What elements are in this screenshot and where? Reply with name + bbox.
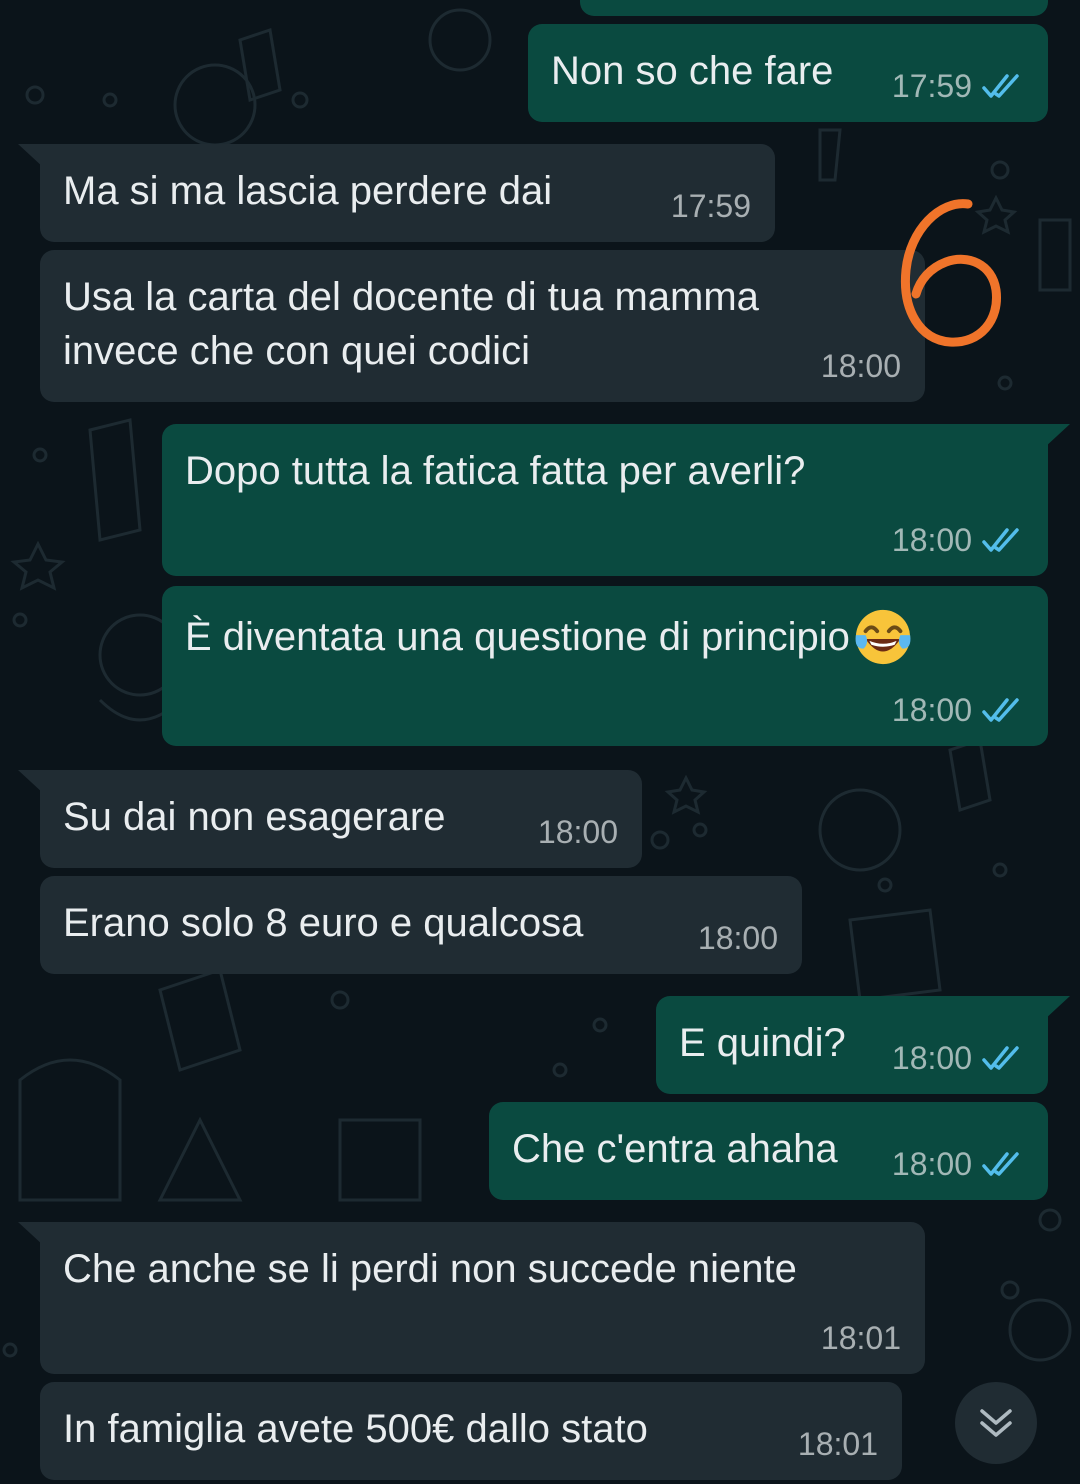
message-text: E quindi? — [679, 1021, 846, 1065]
laughing-tears-emoji — [855, 609, 911, 665]
read-ticks-icon — [982, 527, 1019, 552]
message-bubble-outgoing[interactable]: Non so che fare 17:59 — [528, 24, 1048, 122]
chat-area[interactable]: Non so che fare 17:59 Ma si ma lascia pe… — [0, 0, 1080, 1484]
message-time: 17:59 — [891, 68, 972, 104]
message-bubble-outgoing[interactable]: Dopo tutta la fatica fatta per averli? 1… — [162, 424, 1048, 576]
message-bubble-incoming[interactable]: Ma si ma lascia perdere dai 17:59 — [40, 144, 775, 242]
message-time: 18:00 — [537, 814, 618, 850]
message-bubble-incoming[interactable]: In famiglia avete 500€ dallo stato 18:01 — [40, 1382, 902, 1480]
message-bubble-outgoing[interactable]: E quindi? 18:00 — [656, 996, 1048, 1094]
double-chevron-down-icon — [980, 1409, 1012, 1437]
message-time: 18:00 — [697, 920, 778, 956]
message-time: 18:01 — [820, 1320, 901, 1356]
message-text: Che anche se li perdi non succede niente — [63, 1247, 797, 1291]
message-text: Erano solo 8 euro e qualcosa — [63, 901, 584, 945]
read-ticks-icon — [982, 1151, 1019, 1176]
message-time: 18:00 — [891, 1040, 972, 1076]
message-text: Ma si ma lascia perdere dai — [63, 169, 553, 213]
message-text-row: È diventata una questione di principio — [185, 606, 914, 668]
message-bubble-incoming[interactable]: Usa la carta del docente di tua mamma in… — [40, 250, 925, 402]
message-bubble-incoming[interactable]: Su dai non esagerare 18:00 — [40, 770, 642, 868]
message-bubble-outgoing[interactable] — [580, 0, 1048, 16]
message-text: Non so che fare — [551, 49, 834, 93]
message-bubble-outgoing[interactable]: Che c'entra ahaha 18:00 — [489, 1102, 1048, 1200]
read-ticks-icon — [982, 697, 1019, 722]
message-text: È diventata una questione di principio — [185, 615, 850, 659]
message-bubble-incoming[interactable]: Erano solo 8 euro e qualcosa 18:00 — [40, 876, 802, 974]
message-text-line: Usa la carta del docente di tua mamma — [63, 275, 759, 319]
message-text: Su dai non esagerare — [63, 795, 446, 839]
message-time: 18:01 — [797, 1426, 878, 1462]
message-time: 18:00 — [820, 348, 901, 384]
read-ticks-icon — [982, 1045, 1019, 1070]
scroll-to-bottom-button[interactable] — [955, 1382, 1037, 1464]
message-text: In famiglia avete 500€ dallo stato — [63, 1407, 648, 1451]
message-bubble-incoming[interactable]: Che anche se li perdi non succede niente… — [40, 1222, 925, 1374]
message-text-line: invece che con quei codici — [63, 329, 530, 373]
message-time: 18:00 — [891, 1146, 972, 1182]
message-time: 17:59 — [670, 188, 751, 224]
message-bubble-outgoing[interactable]: È diventata una questione di principio 1… — [162, 586, 1048, 746]
message-text: Che c'entra ahaha — [512, 1127, 838, 1171]
message-text: Dopo tutta la fatica fatta per averli? — [185, 449, 806, 493]
message-time: 18:00 — [891, 522, 972, 558]
message-time: 18:00 — [891, 692, 972, 728]
read-ticks-icon — [982, 73, 1019, 98]
